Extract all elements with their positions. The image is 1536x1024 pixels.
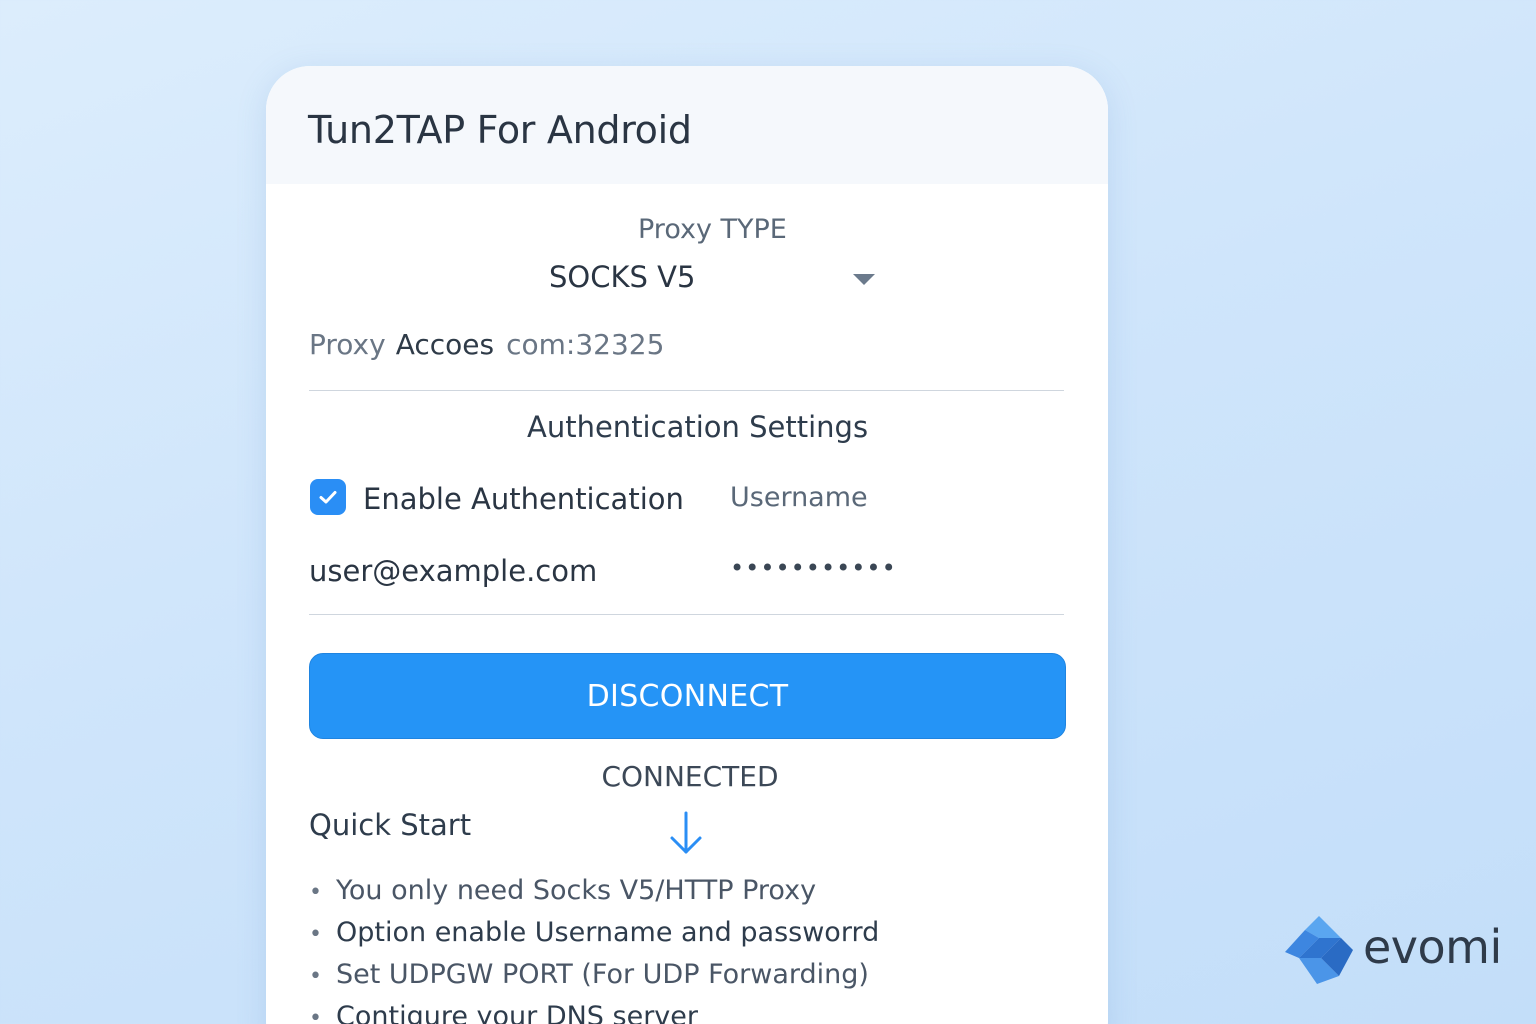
brand-logo-icon <box>1285 916 1353 984</box>
proxy-address-field[interactable]: Proxy Accoes com:32325 <box>309 328 1064 391</box>
enable-auth-label[interactable]: Enable Authentication <box>363 482 684 516</box>
username-field[interactable]: user@example.com <box>309 554 597 588</box>
list-item-text: You only need Socks V5/HTTP Proxy <box>336 875 817 906</box>
bullet-icon: • <box>309 964 322 989</box>
username-label: Username <box>730 482 868 513</box>
list-item-text: Set UDPGW PORT (For UDP Forwarding) <box>336 959 869 990</box>
brand-name: evomi <box>1363 920 1502 974</box>
list-item: • Option enable Username and passworrd <box>309 912 879 954</box>
quick-start-list: • You only need Socks V5/HTTP Proxy • Opti… <box>309 870 879 1024</box>
chevron-down-icon[interactable] <box>853 274 875 285</box>
arrow-down-icon <box>670 811 702 854</box>
proxy-address-label: Proxy <box>309 328 386 361</box>
auth-settings-heading: Authentication Settings <box>527 410 869 444</box>
connection-status: CONNECTED <box>601 760 779 793</box>
bullet-icon: • <box>309 880 322 905</box>
app-title: Tun2TAP For Android <box>308 108 692 152</box>
credentials-row: user@example.com ••••••••••• <box>309 546 1064 615</box>
checkmark-icon <box>319 491 337 504</box>
list-item: • Contigure your DNS server <box>309 996 879 1024</box>
app-card: Tun2TAP For Android Proxy TYPE SOCKS V5 … <box>266 66 1108 1024</box>
app-header: Tun2TAP For Android <box>266 66 1108 184</box>
bullet-icon: • <box>309 922 322 947</box>
proxy-type-value: SOCKS V5 <box>549 260 696 294</box>
proxy-address-host: Accoes <box>395 328 495 361</box>
bullet-icon: • <box>309 1006 322 1024</box>
proxy-type-label: Proxy TYPE <box>638 214 787 245</box>
brand-watermark: evomi <box>1281 912 1511 988</box>
quick-start-heading: Quick Start <box>309 808 472 842</box>
disconnect-button[interactable]: DISCONNECT <box>309 653 1066 739</box>
password-field[interactable]: ••••••••••• <box>730 554 897 582</box>
enable-auth-checkbox[interactable] <box>310 479 346 515</box>
proxy-address-port: com:32325 <box>506 328 665 361</box>
list-item-text: Contigure your DNS server <box>336 1001 698 1024</box>
list-item: • You only need Socks V5/HTTP Proxy <box>309 870 879 912</box>
list-item: • Set UDPGW PORT (For UDP Forwarding) <box>309 954 879 996</box>
proxy-type-select[interactable]: SOCKS V5 <box>549 256 879 306</box>
list-item-text: Option enable Username and passworrd <box>336 917 880 948</box>
